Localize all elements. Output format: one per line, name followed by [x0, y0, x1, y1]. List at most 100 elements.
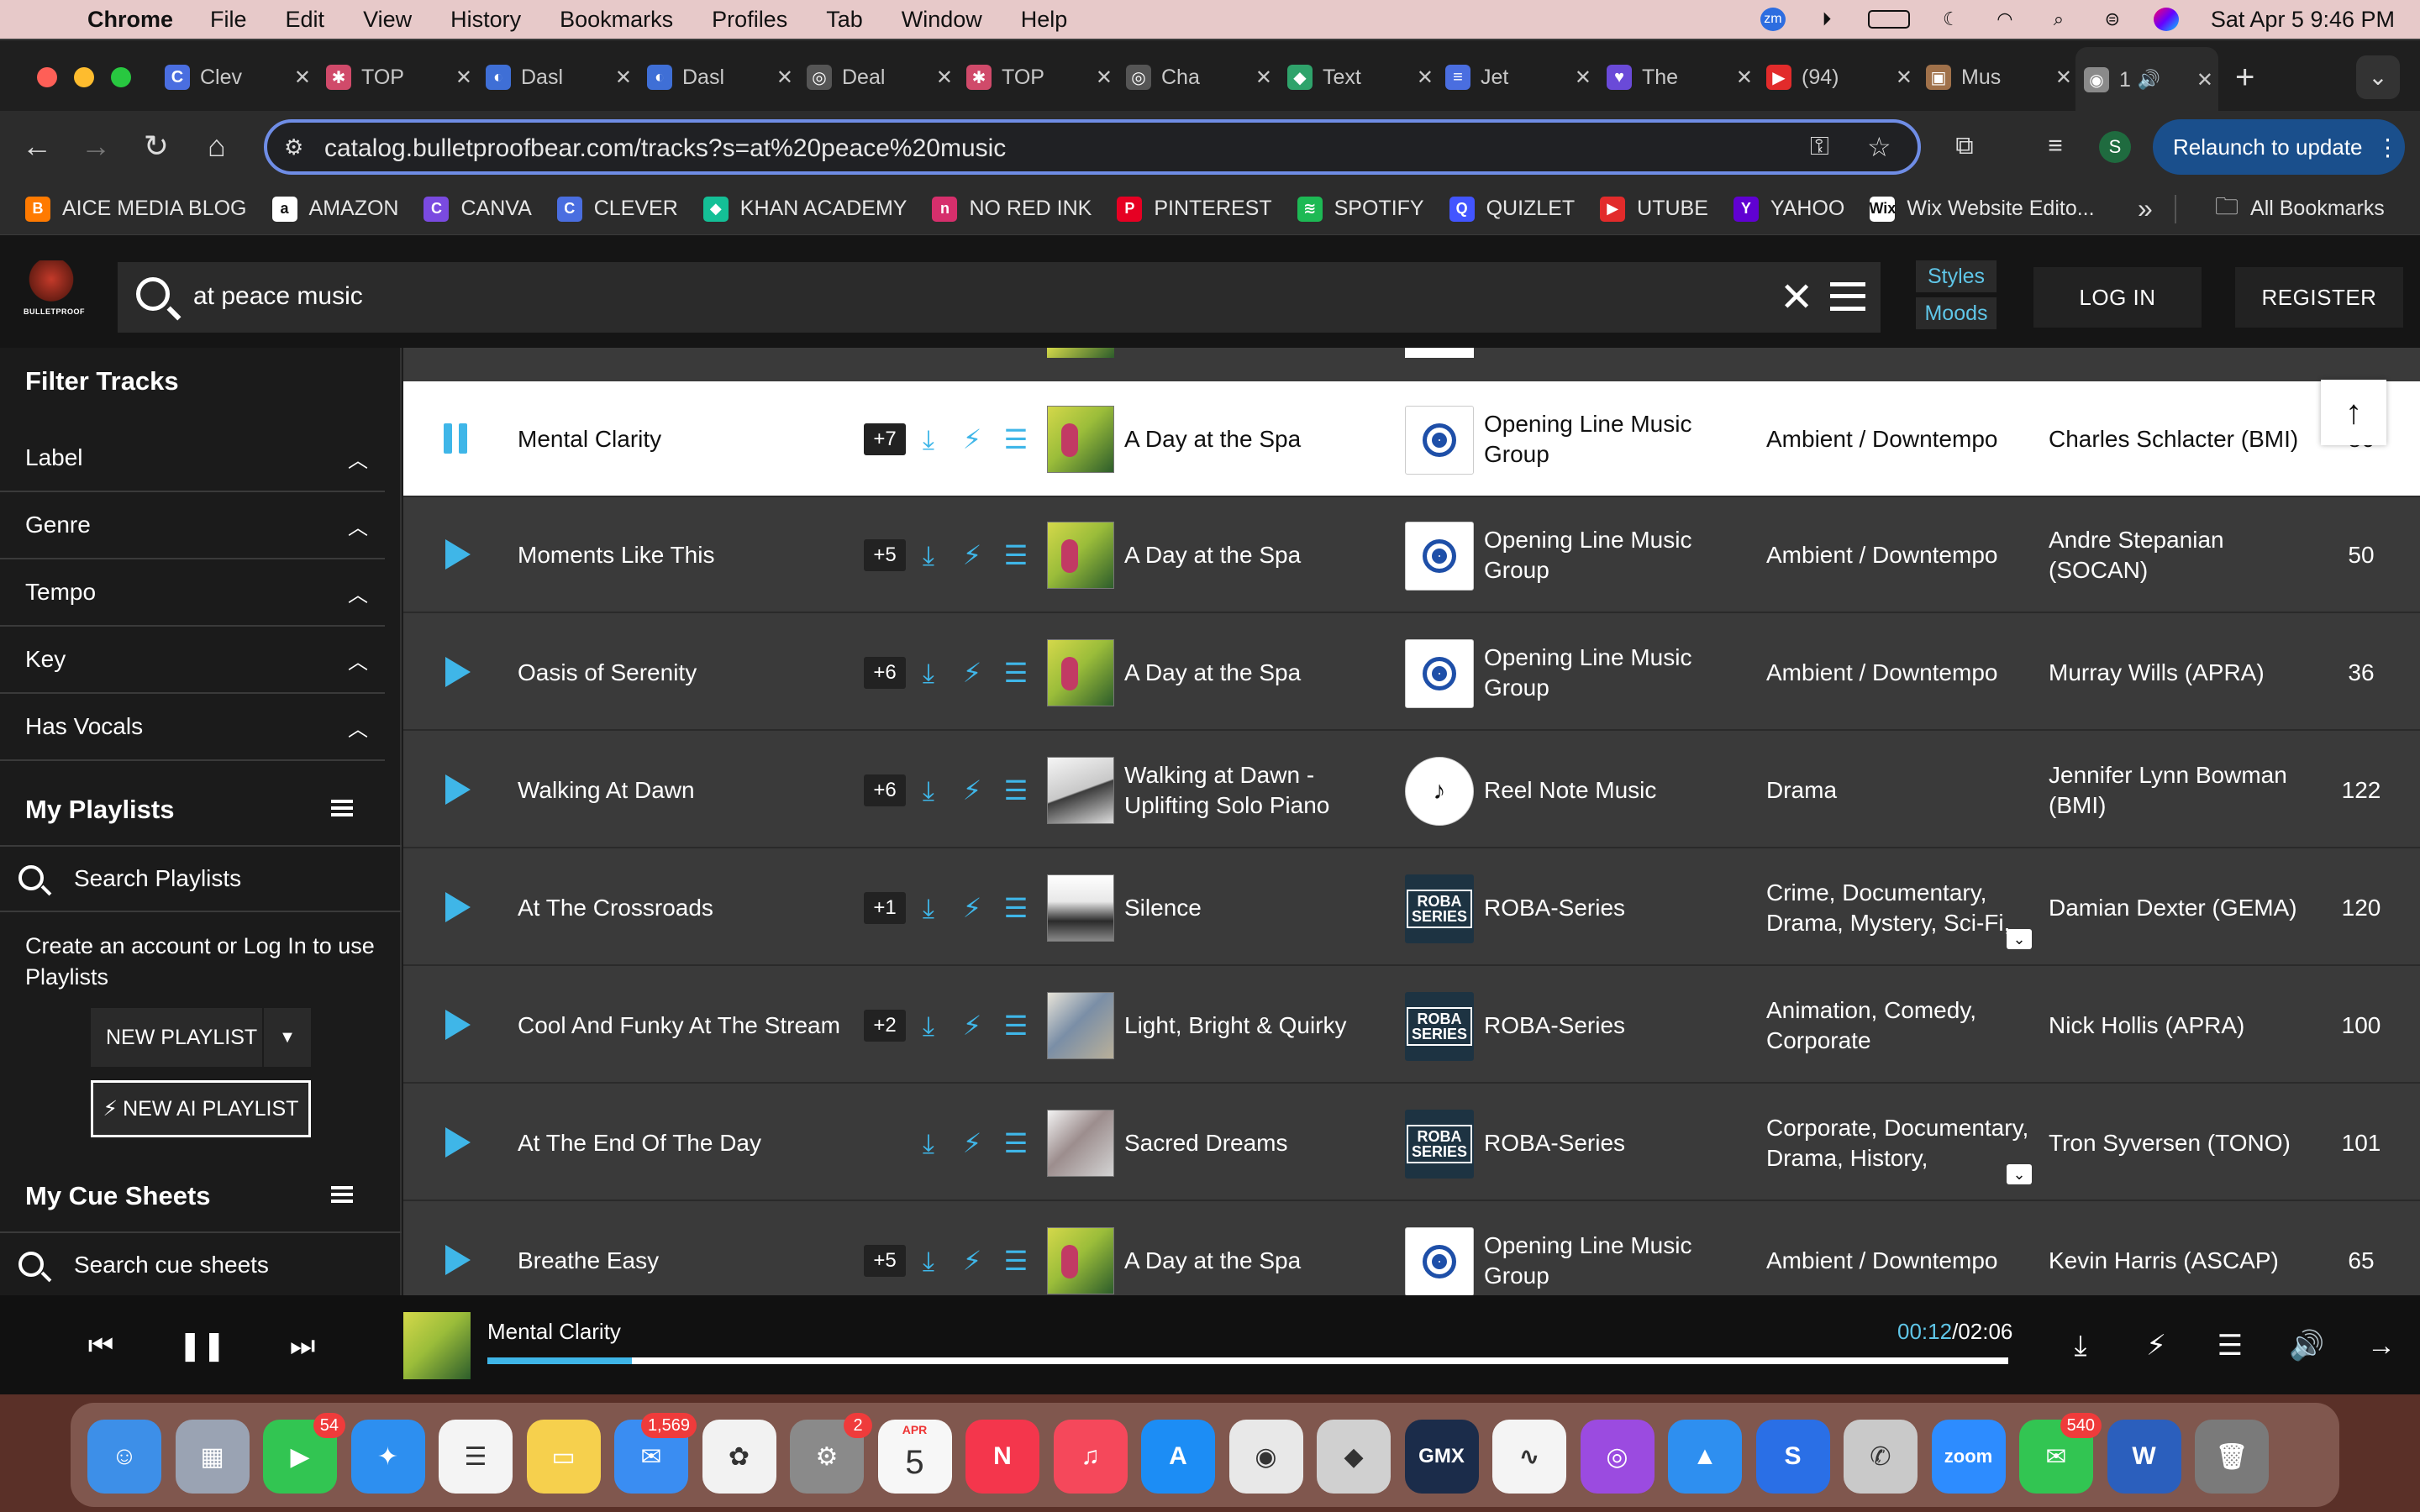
label-logo[interactable]: ROBA SERIES [1405, 1110, 1474, 1179]
profile-avatar[interactable]: S [2099, 131, 2131, 163]
progress-bar[interactable] [487, 1357, 2008, 1364]
expand-genres-icon[interactable]: ⌄ [2007, 929, 2032, 949]
moon-icon[interactable]: ☾ [1939, 8, 1964, 31]
playlists-menu-icon[interactable] [331, 800, 353, 816]
close-tab-icon[interactable]: ✕ [2196, 68, 2218, 92]
apple-menu-icon[interactable] [32, 7, 57, 32]
volume-icon[interactable]: 🔊 [2289, 1329, 2324, 1362]
album-cover[interactable] [1047, 406, 1114, 473]
scroll-to-top-button[interactable]: ↑ [2321, 380, 2386, 445]
close-tab-icon[interactable]: ✕ [936, 66, 958, 90]
dock-launchpad-icon[interactable]: ▦ [175, 1420, 250, 1494]
lightning-icon[interactable]: ⚡ [958, 423, 986, 455]
track-row[interactable]: Mental Clarity +7 ⤓ ⚡ ☰ A Day at the Spa Openi… [403, 381, 2420, 497]
search-playlists-input[interactable]: Search Playlists [0, 845, 402, 912]
dock-mail-icon[interactable]: ✉ 1,569 [614, 1413, 697, 1494]
bookmark-5[interactable]: n NO RED INK [932, 196, 1092, 222]
menu-window[interactable]: Window [902, 7, 982, 33]
menu-tab[interactable]: Tab [826, 7, 863, 33]
label-logo[interactable] [1405, 522, 1474, 591]
reload-icon[interactable]: ↻ [139, 129, 173, 163]
lightning-icon[interactable]: ⚡ [958, 657, 986, 689]
bookmark-star-icon[interactable]: ☆ [1867, 131, 1891, 163]
filter-label[interactable]: Label ︿ [0, 425, 385, 492]
dock-roblox-icon[interactable]: ◆ [1317, 1420, 1391, 1494]
dock-settings-icon[interactable]: ⚙ 2 [790, 1413, 872, 1494]
minimize-window-button[interactable] [74, 67, 94, 87]
dock-vpn-icon[interactable]: S [1755, 1420, 1830, 1494]
new-tab-button[interactable]: + [2235, 59, 2254, 97]
next-track-icon[interactable]: ⏭ [286, 1329, 319, 1362]
close-tab-icon[interactable]: ✕ [1417, 66, 1439, 90]
tab-search-chevron-icon[interactable]: ⌄ [2356, 55, 2400, 99]
tab-10[interactable]: ▶ (94) ✕ [1766, 54, 1918, 101]
label-logo[interactable]: ♪ [1405, 757, 1474, 826]
forward-arrow-icon[interactable]: → [79, 129, 113, 163]
track-row[interactable]: Oasis of Serenity +6 ⤓ ⚡ ☰ A Day at the Spa Op… [403, 615, 2420, 731]
bookmark-8[interactable]: Q QUIZLET [1449, 196, 1575, 222]
tab-audio-icon[interactable]: 🔊 [2138, 69, 2160, 91]
download-icon[interactable]: ⤓ [914, 539, 943, 571]
battery-icon[interactable] [1867, 10, 1910, 29]
track-row[interactable]: Breathe Easy +5 ⤓ ⚡ ☰ A Day at the Spa Opening… [403, 1203, 2420, 1295]
download-icon[interactable]: ⤓ [914, 423, 943, 455]
dock-calendar-icon[interactable]: 5 APR [877, 1420, 952, 1494]
control-center-icon[interactable]: ⊜ [2100, 8, 2125, 31]
menu-bookmarks[interactable]: Bookmarks [560, 7, 673, 33]
filter-tempo[interactable]: Tempo ︿ [0, 559, 385, 627]
login-button[interactable]: LOG IN [2033, 267, 2202, 328]
filter-has-vocals[interactable]: Has Vocals ︿ [0, 694, 385, 761]
close-tab-icon[interactable]: ✕ [294, 66, 316, 90]
menu-clock[interactable]: Sat Apr 5 9:46 PM [2211, 7, 2395, 33]
tab-2[interactable]: ◐ Dasl ✕ [486, 54, 637, 101]
dock-photos-icon[interactable]: ✿ [702, 1420, 776, 1494]
wifi-icon[interactable]: ◠ [1992, 8, 2018, 31]
dock-zoom-icon[interactable]: zoom [1931, 1420, 2006, 1494]
tab-3[interactable]: ◐ Dasl ✕ [647, 54, 798, 101]
bulletproof-bear-logo[interactable]: BULLETPROOF [24, 260, 85, 329]
close-tab-icon[interactable]: ✕ [1255, 66, 1277, 90]
bookmark-0[interactable]: B AICE MEDIA BLOG [25, 196, 247, 222]
search-cue-sheets-input[interactable]: Search cue sheets [0, 1231, 402, 1299]
lightning-icon[interactable]: ⚡ [958, 539, 986, 571]
bookmark-11[interactable]: Wix Wix Website Edito... [1869, 196, 2095, 222]
add-to-playlist-icon[interactable]: ☰ [1002, 1245, 1030, 1277]
versions-badge[interactable]: +1 [864, 892, 906, 924]
album-cover[interactable] [1047, 1110, 1114, 1177]
filter-genre[interactable]: Genre ︿ [0, 492, 385, 559]
menu-edit[interactable]: Edit [286, 7, 325, 33]
dock-news-icon[interactable]: N [965, 1420, 1039, 1494]
dock-freeform-icon[interactable]: ∿ [1492, 1420, 1566, 1494]
tab-1[interactable]: ✱ TOP ✕ [326, 54, 477, 101]
track-row[interactable]: Walking At Dawn +6 ⤓ ⚡ ☰ Walking at Dawn - Up… [403, 732, 2420, 848]
dock-podcasts-icon[interactable]: ◎ [1580, 1420, 1655, 1494]
dock-reminders-icon[interactable]: ☰ [439, 1420, 513, 1494]
album-cover[interactable] [1047, 757, 1114, 824]
tab-0[interactable]: C Clev ✕ [165, 54, 316, 101]
tab-9[interactable]: ♥ The ✕ [1607, 54, 1758, 101]
album-cover[interactable] [1047, 874, 1114, 942]
download-icon[interactable]: ⤓ [914, 1245, 943, 1277]
album-cover[interactable] [1047, 1227, 1114, 1294]
tab-7[interactable]: ◆ Text ✕ [1287, 54, 1439, 101]
versions-badge[interactable]: +7 [864, 423, 906, 455]
relaunch-to-update-button[interactable]: Relaunch to update ⋮ [2153, 119, 2405, 175]
dock-chrome-icon[interactable]: ◉ [1228, 1420, 1303, 1494]
dock-finder-icon[interactable]: ☺ [87, 1420, 161, 1494]
menu-file[interactable]: File [210, 7, 247, 33]
menu-history[interactable]: History [450, 7, 521, 33]
register-button[interactable]: REGISTER [2235, 267, 2403, 328]
download-icon[interactable]: ⤓ [914, 1010, 943, 1042]
play-icon[interactable] [445, 892, 471, 922]
play-icon[interactable] [445, 539, 471, 570]
track-row[interactable]: At The Crossroads +1 ⤓ ⚡ ☰ Silence ROBA SERIES R… [403, 850, 2420, 966]
track-row[interactable]: Cool And Funky At The Stream +2 ⤓ ⚡ ☰ Light, … [403, 968, 2420, 1084]
album-cover[interactable] [1047, 639, 1114, 706]
site-info-icon[interactable]: ⚙ [284, 134, 303, 160]
dock-trash-icon[interactable]: 🗑 [2195, 1420, 2269, 1494]
dock-music-icon[interactable]: ♫ [1053, 1420, 1128, 1494]
zoom-status-icon[interactable]: zm [1760, 8, 1786, 31]
label-logo[interactable]: ROBA SERIES [1405, 992, 1474, 1061]
add-to-playlist-icon[interactable]: ☰ [1002, 1127, 1030, 1159]
play-icon[interactable] [445, 774, 471, 805]
